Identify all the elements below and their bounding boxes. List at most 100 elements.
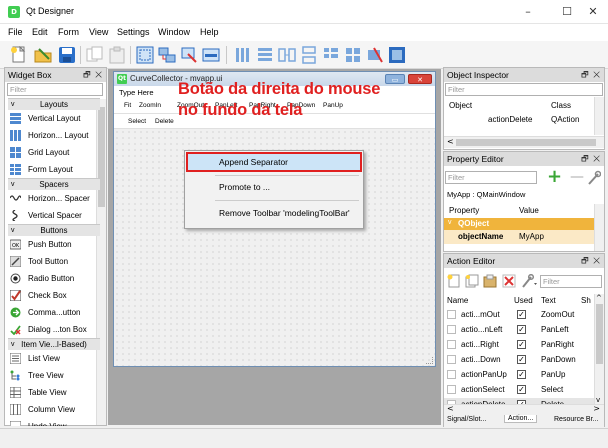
action-row[interactable]: acti...Down ✓ PanDown [444,353,594,367]
splitter-horizontal-icon[interactable] [278,46,296,64]
paste-action-icon[interactable] [483,274,497,288]
column-header-name[interactable]: Name [447,296,468,305]
add-dynamic-property-icon[interactable]: + [547,168,567,186]
dock-float-close-icon[interactable]: 🗗 ✕ [581,254,600,268]
dock-float-close-icon[interactable]: 🗗 ✕ [581,68,600,82]
delete-action-icon[interactable] [502,274,516,288]
column-header-property[interactable]: Property [449,206,479,215]
object-inspector-vscrollbar[interactable] [594,97,604,135]
widget-list-view[interactable]: List View [8,350,100,367]
category-layouts[interactable]: v Layouts [8,98,100,110]
object-inspector-filter[interactable]: Filter [445,83,603,96]
open-folder-icon[interactable] [34,46,52,64]
category-spacers[interactable]: v Spacers [8,178,100,190]
column-header-text[interactable]: Text [541,296,556,305]
action-editor-vscrollbar[interactable]: ^ v [594,294,604,404]
widget-undo-view[interactable]: Undo View [8,418,100,426]
form-minimize-restore-button[interactable]: ▭ [385,74,405,84]
object-inspector-hscrollbar[interactable]: < [444,136,604,148]
action-row[interactable]: actionSelect ✓ Select [444,383,594,397]
dock-float-close-icon[interactable]: 🗗 ✕ [83,68,102,82]
tab-signal-slot-editor[interactable]: Signal/Slot... [447,416,486,423]
toolbar-action-fit[interactable]: Fit [124,102,131,109]
menu-item-append-separator[interactable]: Append Separator [186,152,362,172]
toolbar-action-delete[interactable]: Delete [155,118,174,125]
action-editor-filter[interactable]: Filter [540,275,602,288]
widget-column-view[interactable]: Column View [8,401,100,418]
widget-table-view[interactable]: Table View [8,384,100,401]
lay-out-vertically-icon[interactable] [256,46,274,64]
widget-tool-button[interactable]: Tool Button [8,253,100,270]
remove-dynamic-property-icon[interactable]: — [570,169,584,185]
menu-settings[interactable]: Settings [117,27,150,37]
widget-box-filter[interactable]: Filter [7,83,103,96]
widget-vertical-spacer[interactable]: Vertical Spacer [8,207,100,224]
widget-form-layout[interactable]: Form Layout [8,161,100,178]
menu-item-remove-toolbar[interactable]: Remove Toolbar 'modelingToolBar' [185,203,363,223]
tab-action-editor[interactable]: Action... [504,415,538,423]
minimize-button[interactable]: – [515,3,541,21]
tab-resource-browser[interactable]: Resource Br... [554,416,598,423]
column-header-object[interactable]: Object [449,101,472,110]
menu-help[interactable]: Help [200,27,219,37]
edit-tab-order-icon[interactable] [202,46,220,64]
object-name-cell[interactable]: actionDelete [488,115,532,124]
configure-icon[interactable] [587,170,602,186]
grid-layout-icon[interactable] [344,46,362,64]
action-editor-hscrollbar[interactable]: < > [444,404,604,414]
column-header-value[interactable]: Value [519,206,539,215]
configure-action-icon[interactable] [521,273,539,288]
widget-grid-layout[interactable]: Grid Layout [8,144,100,161]
menu-form[interactable]: Form [58,27,79,37]
lay-out-horizontally-icon[interactable] [234,46,252,64]
widget-horizontal-layout[interactable]: Horizon... Layout [8,127,100,144]
new-action-icon[interactable] [447,274,461,288]
edit-buddies-icon[interactable] [180,46,198,64]
edit-widgets-icon[interactable] [136,46,154,64]
category-buttons[interactable]: v Buttons [8,224,100,236]
action-row[interactable]: acti...mOut ✓ ZoomOut [444,308,594,322]
size-grip-icon[interactable] [426,357,433,364]
action-row[interactable]: actio...nLeft ✓ PanLeft [444,323,594,337]
category-item-views[interactable]: v Item Vie...l-Based) [8,338,100,350]
property-editor-vscrollbar[interactable] [594,204,604,251]
property-editor-filter[interactable]: Filter [445,171,537,184]
action-row[interactable]: actionPanUp ✓ PanUp [444,368,594,382]
dock-float-close-icon[interactable]: 🗗 ✕ [581,152,600,166]
menu-view[interactable]: View [89,27,108,37]
property-row-objectname[interactable]: objectName MyApp [444,230,594,244]
splitter-vertical-icon[interactable] [300,46,318,64]
property-group-qobject[interactable]: v QObject [444,218,594,230]
toolbar-action-zoomin[interactable]: ZoomIn [139,102,161,109]
adjust-size-icon[interactable] [388,46,406,64]
save-icon[interactable] [58,46,76,64]
menu-edit[interactable]: Edit [32,27,48,37]
form-menu-type-here[interactable]: Type Here [119,88,154,97]
menu-item-promote-to[interactable]: Promote to ... [185,177,363,197]
action-row[interactable]: acti...Right ✓ PanRight [444,338,594,352]
column-header-used[interactable]: Used [514,296,533,305]
edit-signals-icon[interactable] [158,46,176,64]
widget-dialog-button-box[interactable]: Dialog ...ton Box [8,321,100,338]
widget-command-link-button[interactable]: Comma...utton [8,304,100,321]
widget-horizontal-spacer[interactable]: Horizon... Spacer [8,190,100,207]
toolbar-action-panup[interactable]: PanUp [323,102,343,109]
widget-push-button[interactable]: OK Push Button [8,236,100,253]
close-button[interactable]: ✕ [580,3,606,21]
column-header-shortcut[interactable]: Sh [581,296,591,305]
toolbar-action-select[interactable]: Select [128,118,146,125]
column-header-class[interactable]: Class [551,101,571,110]
menu-file[interactable]: File [8,27,23,37]
widget-check-box[interactable]: Check Box [8,287,100,304]
widget-vertical-layout[interactable]: Vertical Layout [8,110,100,127]
menu-window[interactable]: Window [158,27,190,37]
new-file-icon[interactable] [10,45,28,64]
form-layout-icon[interactable] [322,46,340,64]
widget-tree-view[interactable]: Tree View [8,367,100,384]
paste-icon[interactable] [108,46,126,64]
widget-radio-button[interactable]: Radio Button [8,270,100,287]
break-layout-icon[interactable] [366,46,384,64]
form-close-button[interactable]: ✕ [408,74,432,84]
maximize-button[interactable]: ☐ [554,3,580,21]
copy-icon[interactable] [86,46,104,64]
